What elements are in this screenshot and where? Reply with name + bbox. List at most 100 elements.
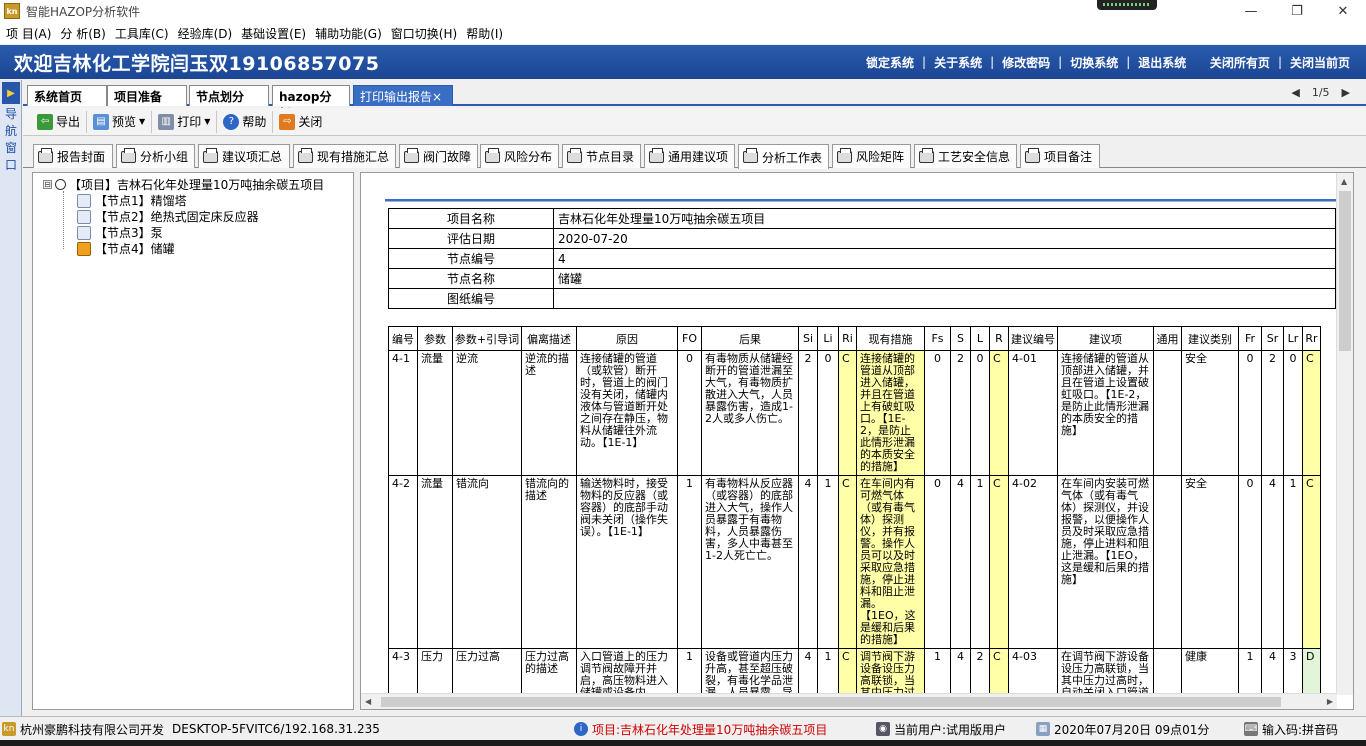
help-button[interactable]: ? 帮助 — [217, 110, 274, 133]
horizontal-scrollbar[interactable]: ◀ ▶ — [361, 693, 1337, 709]
table-row: 4-2 流量 错流向 错流向的描述 输送物料时，接受物料的反应器（或容器）的底部手动阀未… — [388, 475, 1321, 649]
close-report-button[interactable]: ⇨ 关闭 — [273, 111, 328, 133]
menu-project[interactable]: 项 目(A) — [6, 25, 60, 42]
switch-system-link[interactable]: 切换系统 — [1062, 54, 1126, 71]
subtab-measures-summary[interactable]: 现有措施汇总 — [293, 144, 396, 168]
cell-guide: 压力过高 — [452, 648, 522, 695]
subtab-general-suggestions[interactable]: 通用建议项 — [644, 144, 735, 168]
close-window-button[interactable]: ✕ — [1320, 0, 1366, 22]
cell-id: 4-3 — [388, 648, 418, 695]
network-meter-icon — [1097, 0, 1157, 10]
tab-home[interactable]: 系统首页 — [27, 85, 107, 106]
subtab-project-notes[interactable]: 项目备注 — [1020, 144, 1100, 168]
expand-nav-icon[interactable]: ▶ — [2, 82, 20, 104]
tree-node-1[interactable]: 【节点1】精馏塔 — [77, 192, 187, 209]
cell-param: 流量 — [417, 350, 453, 476]
export-button[interactable]: ⇦ 导出 — [31, 110, 88, 133]
column-header: Lr — [1283, 326, 1303, 351]
subtab-valve-failure[interactable]: 阀门故障 — [399, 144, 478, 168]
cell-deviation: 压力过高的描述 — [521, 648, 577, 695]
info-value: 2020-07-20 — [553, 228, 1336, 249]
cell-rr: C — [1302, 475, 1321, 649]
project-icon — [55, 179, 66, 190]
tree-node-3[interactable]: 【节点3】泵 — [77, 224, 163, 241]
minimize-button[interactable]: — — [1228, 0, 1274, 22]
analysis-worksheet-table: 编号 参数 参数+引导词 偏离描述 原因 FO 后果 Si Li Ri 现有措施 Fs S L R 建议编号建… — [388, 326, 1321, 695]
subtab-risk-matrix[interactable]: 风险矩阵 — [832, 144, 911, 168]
cell-sr: 4 — [1261, 648, 1284, 695]
info-value: 吉林石化年处理量10万吨抽余碳五项目 — [553, 208, 1336, 229]
cell-measures: 在车间内有可燃气体（或有毒气体）探测仪，并有报警。操作人员可以及时采取应急措施，… — [856, 475, 925, 649]
column-header: 偏离描述 — [521, 326, 577, 351]
column-header: 参数+引导词 — [452, 326, 522, 351]
tree-root[interactable]: ⊟ 【项目】吉林石化年处理量10万吨抽余碳五项目 — [43, 176, 324, 193]
subtab-analysis-team[interactable]: 分析小组 — [116, 144, 195, 168]
cell-r: C — [989, 648, 1009, 695]
close-all-pages-link[interactable]: 关闭所有页 — [1202, 54, 1278, 71]
menu-help[interactable]: 帮助(I) — [466, 25, 512, 42]
printer-icon — [649, 147, 664, 163]
close-current-page-link[interactable]: 关闭当前页 — [1282, 54, 1358, 71]
subtab-suggestion-summary[interactable]: 建议项汇总 — [198, 144, 290, 168]
column-header: 编号 — [388, 326, 418, 351]
close-door-icon: ⇨ — [279, 113, 296, 130]
collapse-toggle-icon[interactable]: ⊟ — [43, 180, 52, 189]
keyboard-icon: ⌨ — [1244, 722, 1258, 736]
cell-sug-id: 4-03 — [1008, 648, 1058, 695]
vertical-scrollbar[interactable]: ▲ — [1336, 173, 1353, 695]
scroll-right-icon[interactable]: ▶ — [1327, 697, 1333, 706]
cell-s: 2 — [950, 350, 971, 476]
menu-tools[interactable]: 工具库(C) — [115, 25, 178, 42]
status-developer: kn 杭州豪鹏科技有限公司开发 DESKTOP-5FVITC6/192.168.… — [2, 722, 380, 737]
tab-node-division[interactable]: 节点划分 — [189, 85, 269, 106]
menu-auxiliary[interactable]: 辅助功能(G) — [315, 25, 391, 42]
tab-project-prep[interactable]: 项目准备 — [107, 85, 187, 106]
cell-guide: 错流向 — [452, 475, 522, 649]
subtab-analysis-worksheet[interactable]: 分析工作表 — [738, 144, 829, 169]
cell-consequence: 设备或管道内压力升高，甚至超压破裂，有毒化学品泄漏，人员暴露，导致1人或多人伤亡… — [701, 648, 799, 695]
printer-icon — [485, 147, 500, 163]
pager-prev-icon[interactable]: ◀ — [1291, 86, 1299, 99]
column-header: R — [989, 326, 1009, 351]
chevron-down-icon: ▼ — [139, 117, 146, 126]
cell-id: 4-1 — [388, 350, 418, 476]
subtab-risk-distribution[interactable]: 风险分布 — [480, 144, 559, 168]
menu-window[interactable]: 窗口切换(H) — [391, 25, 466, 42]
exit-system-link[interactable]: 退出系统 — [1130, 54, 1194, 71]
print-button[interactable]: ▥ 打印 ▼ — [152, 110, 218, 133]
scroll-left-icon[interactable]: ◀ — [365, 697, 371, 706]
subtab-process-safety-info[interactable]: 工艺安全信息 — [914, 144, 1017, 168]
column-header: 通用 — [1153, 326, 1182, 351]
scroll-up-icon[interactable]: ▲ — [1341, 177, 1347, 186]
table-row: 4-1 流量 逆流 逆流的描述 连接储罐的管道（或软管）断开时，管道上的阀门没有关闭，储… — [388, 350, 1321, 476]
navigation-strip: ▶ 导航窗口 — [0, 80, 22, 716]
maximize-button[interactable]: ❐ — [1274, 0, 1320, 22]
lock-system-link[interactable]: 锁定系统 — [858, 54, 922, 71]
cell-rr: D — [1302, 648, 1321, 695]
cell-fo: 0 — [677, 350, 702, 476]
subtab-node-catalog[interactable]: 节点目录 — [562, 144, 641, 168]
subtab-report-cover[interactable]: 报告封面 — [33, 144, 113, 168]
info-row: 节点名称 储罐 — [388, 268, 1336, 289]
info-row: 节点编号 4 — [388, 248, 1336, 269]
tree-node-4[interactable]: 【节点4】储罐 — [77, 240, 175, 257]
about-system-link[interactable]: 关于系统 — [926, 54, 990, 71]
pager-next-icon[interactable]: ▶ — [1342, 86, 1350, 99]
column-header: 现有措施 — [856, 326, 925, 351]
tab-hazop-analysis[interactable]: hazop分析 — [272, 85, 350, 121]
menu-analysis[interactable]: 分 析(B) — [60, 25, 114, 42]
navigation-window-label[interactable]: 导航窗口 — [3, 106, 19, 174]
cell-li: 0 — [817, 350, 839, 476]
cell-deviation: 错流向的描述 — [521, 475, 577, 649]
menu-experience[interactable]: 经验库(D) — [178, 25, 242, 42]
tree-node-2[interactable]: 【节点2】绝热式固定床反应器 — [77, 208, 259, 225]
menu-settings[interactable]: 基础设置(E) — [241, 25, 315, 42]
cell-s: 4 — [950, 648, 971, 695]
column-header: Si — [798, 326, 818, 351]
tab-print-report[interactable]: 打印输出报告× — [353, 85, 453, 106]
welcome-banner: 欢迎吉林化工学院闫玉双19106857075 锁定系统 | 关于系统 | 修改密码 |… — [0, 45, 1366, 79]
preview-button[interactable]: ▤ 预览 ▼ — [87, 110, 153, 133]
info-row: 评估日期 2020-07-20 — [388, 228, 1336, 249]
status-ime: ⌨ 输入码:拼音码 — [1244, 722, 1339, 737]
change-password-link[interactable]: 修改密码 — [994, 54, 1058, 71]
